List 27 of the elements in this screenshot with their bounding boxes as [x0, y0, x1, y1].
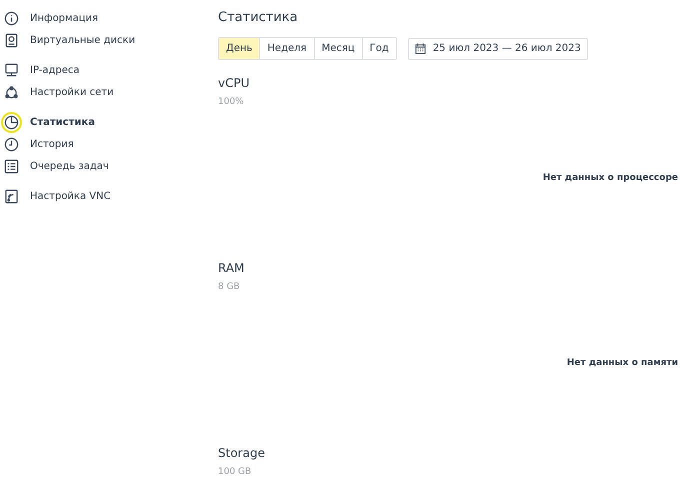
- sidebar-item[interactable]: История: [3, 135, 210, 153]
- clock-icon: [4, 136, 19, 152]
- sidebar-item[interactable]: Информация: [3, 9, 210, 27]
- sidebar-item[interactable]: Очередь задач: [3, 157, 210, 175]
- sidebar-item[interactable]: Виртуальные диски: [3, 31, 210, 49]
- calendar-icon: [414, 43, 426, 54]
- no-data-message: Нет данных о памяти: [566, 356, 678, 370]
- pie-chart-icon: [4, 114, 19, 130]
- network-icon: [4, 84, 19, 100]
- section-title: vCPU: [218, 75, 250, 92]
- capacity-label: 100%: [218, 96, 245, 109]
- date-range-button[interactable]: 25 июл 2023 — 26 июл 2023: [408, 38, 588, 60]
- info-icon: [4, 10, 19, 26]
- capacity-label: 100 GB: [218, 466, 252, 479]
- page-title: Статистика: [218, 9, 299, 26]
- capacity-label: 8 GB: [218, 281, 241, 294]
- sidebar-item[interactable]: IP-адреса: [3, 61, 210, 79]
- section-title: RAM: [218, 260, 246, 277]
- section-title: Storage: [218, 445, 266, 462]
- period-tab[interactable]: День: [219, 38, 260, 59]
- sidebar-item[interactable]: Статистика: [3, 113, 210, 131]
- sidebar-item[interactable]: Настройка VNC: [3, 187, 210, 205]
- network-address-icon: [4, 62, 19, 78]
- period-tab[interactable]: Год: [362, 38, 396, 59]
- no-data-message: Нет данных о процессоре: [542, 172, 678, 184]
- list-icon: [4, 158, 19, 174]
- sidebar-item[interactable]: Настройки сети: [3, 83, 210, 101]
